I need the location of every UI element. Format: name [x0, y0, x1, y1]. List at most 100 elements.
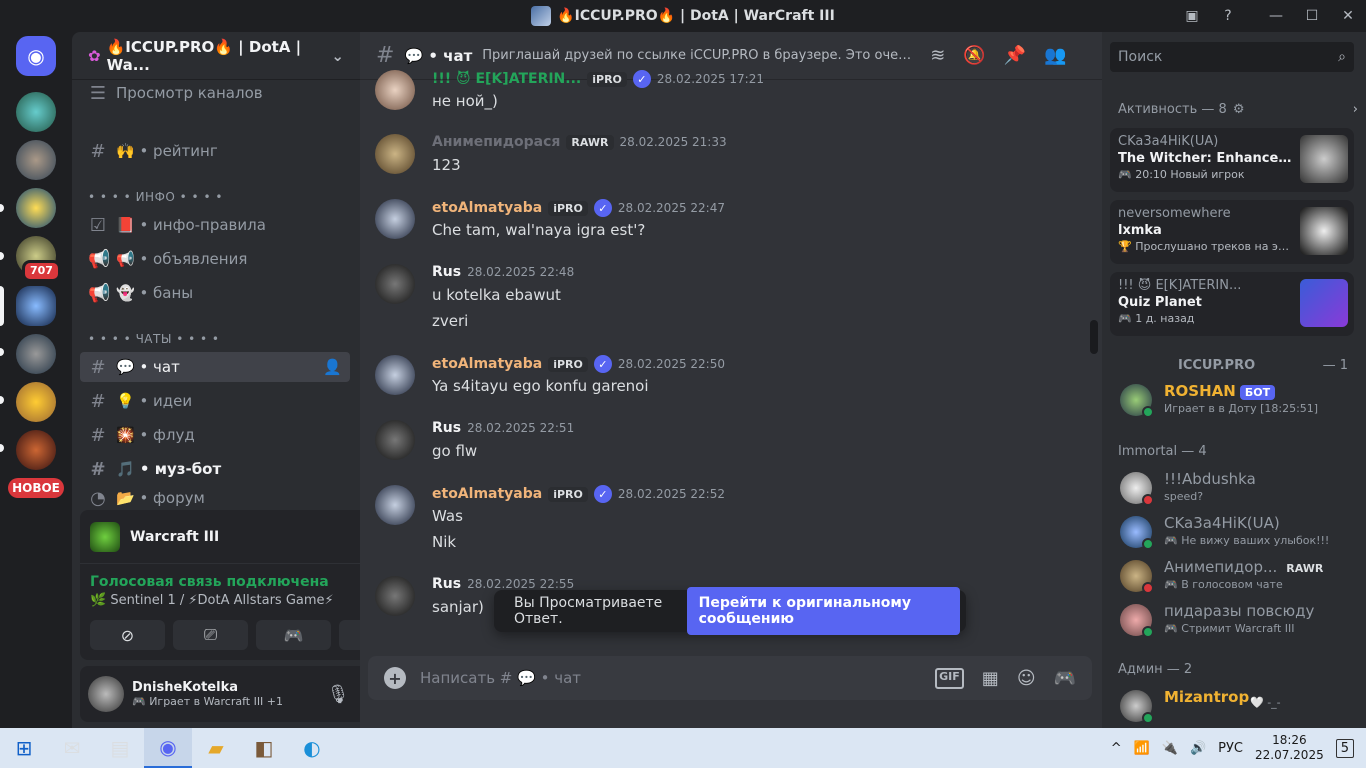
author-name[interactable]: Rus — [432, 420, 461, 436]
avatar[interactable] — [375, 70, 415, 110]
emoji-icon[interactable]: ☺ — [1017, 668, 1036, 689]
channel-rating[interactable]: # 🙌 • рейтинг — [80, 136, 350, 166]
user-info[interactable]: DnisheKotelka 🎮 Играет в Warcraft III +1 — [132, 680, 283, 708]
channel-forum[interactable]: ◔ 📂 • форум — [80, 488, 350, 508]
search-input[interactable]: Поиск ⌕ — [1110, 42, 1354, 72]
author-name[interactable]: Rus — [432, 264, 461, 280]
notification-center-icon[interactable]: 5 — [1335, 738, 1354, 758]
voice-connected-text[interactable]: Голосовая связь подключена — [90, 574, 329, 590]
member-item[interactable]: Mizantrop 🤍 -_- — [1120, 686, 1350, 728]
avatar[interactable] — [375, 355, 415, 395]
channel-info-rules[interactable]: ☑ 📕 • инфо-правила — [80, 210, 350, 240]
jump-to-original-button[interactable]: Перейти к оригинальному сообщению — [686, 587, 960, 635]
language-indicator[interactable]: РУС — [1218, 741, 1243, 756]
avatar[interactable] — [375, 264, 415, 304]
author-name[interactable]: !!! 😈 E[K]ATERIN... — [432, 71, 581, 87]
activity-card[interactable]: !!! 😈 E[K]ATERIN... Quiz Planet 🎮 1 д. наз… — [1110, 272, 1354, 336]
channel-topic[interactable]: Приглашай друзей по ссылке iCCUP.PRO в б… — [482, 48, 912, 63]
member-item[interactable]: !!!Abdushka speed? — [1120, 468, 1350, 510]
timestamp[interactable]: 28.02.2025 22:52 — [618, 487, 725, 501]
mail-icon[interactable]: ✉ — [48, 728, 96, 768]
browse-channels[interactable]: ☰ Просмотр каналов — [80, 78, 350, 108]
server-icon[interactable] — [16, 92, 56, 132]
message-composer[interactable]: + Написать # 💬 • чат GIF ▦ ☺ 🎮 — [368, 656, 1092, 700]
camera-off-button[interactable]: ⊘ — [90, 620, 165, 650]
scrollbar[interactable] — [1090, 320, 1098, 354]
minimize-button[interactable]: — — [1258, 0, 1294, 32]
author-name[interactable]: etoAlmatyaba — [432, 486, 542, 502]
channel-music-bot[interactable]: # 🎵 • муз-бот — [80, 454, 350, 484]
category-info[interactable]: • • • • ИНФО • • • • — [88, 190, 223, 204]
message[interactable]: Rus 28.02.2025 22:51 go flw — [375, 420, 1075, 480]
avatar[interactable] — [375, 485, 415, 525]
chevron-right-icon[interactable]: › — [1353, 102, 1358, 117]
role-tag[interactable]: RAWR — [566, 134, 614, 150]
network-icon[interactable]: 📶 — [1134, 741, 1150, 756]
avatar[interactable] — [375, 134, 415, 174]
server-header[interactable]: ✿ 🔥ICCUP.PRO🔥 | DotA | Wa... ⌄ — [72, 32, 360, 80]
clock[interactable]: 18:26 22.07.2025 — [1255, 733, 1324, 763]
timestamp[interactable]: 28.02.2025 22:48 — [467, 265, 574, 279]
add-attachment-icon[interactable]: + — [384, 667, 406, 689]
gear-icon[interactable]: ⚙ — [1233, 102, 1245, 117]
role-tag[interactable]: iPRO — [548, 200, 588, 216]
author-name[interactable]: etoAlmatyaba — [432, 200, 542, 216]
activity-button[interactable]: 🎮 — [256, 620, 331, 650]
edge-browser-icon[interactable]: ◐ — [288, 728, 336, 768]
discord-home-icon[interactable]: ◉ — [16, 36, 56, 76]
close-button[interactable]: ✕ — [1330, 0, 1366, 32]
notifications-off-icon[interactable]: 🔕 — [963, 45, 985, 66]
chevron-up-icon[interactable]: ^ — [1111, 741, 1122, 756]
server-icon[interactable] — [16, 430, 56, 470]
channel-bans[interactable]: 📢 👻 • баны — [80, 278, 350, 308]
author-name[interactable]: Анимепидорася — [432, 134, 560, 150]
channel-ideas[interactable]: # 💡 • идеи — [80, 386, 350, 416]
server-icon[interactable] — [16, 140, 56, 180]
volume-icon[interactable]: 🔊 — [1190, 741, 1206, 756]
member-item[interactable]: ROSHAN БОТ Играет в в Доту [18:25:51] — [1120, 380, 1350, 422]
channel-flood[interactable]: # 🎇 • флуд — [80, 420, 350, 450]
server-icon-active[interactable] — [16, 286, 56, 326]
message[interactable]: !!! 😈 E[K]ATERIN... iPRO ✓ 28.02.2025 17:21… — [375, 70, 1075, 130]
calculator-icon[interactable]: ▤ — [96, 728, 144, 768]
gif-icon[interactable]: GIF — [935, 667, 964, 689]
avatar[interactable] — [375, 420, 415, 460]
discord-taskbar-icon[interactable]: ◉ — [144, 728, 192, 768]
inbox-icon[interactable]: ▣ — [1174, 0, 1210, 32]
activity-card[interactable]: neversomewhere lxmka 🏆 Прослушано треков н… — [1110, 200, 1354, 264]
avatar[interactable] — [375, 576, 415, 616]
help-icon[interactable]: ? — [1210, 0, 1246, 32]
screen-share-button[interactable]: ⎚ — [173, 620, 248, 650]
role-tag[interactable]: iPRO — [548, 356, 588, 372]
member-item[interactable]: пидаразы повсюду 🎮 Стримит Warcraft III — [1120, 600, 1350, 642]
timestamp[interactable]: 28.02.2025 22:51 — [467, 421, 574, 435]
server-icon[interactable] — [16, 334, 56, 374]
windows-start-icon[interactable]: ⊞ — [0, 728, 48, 768]
message[interactable]: Rus 28.02.2025 22:48 u kotelka ebawut zveri — [375, 264, 1075, 330]
file-explorer-icon[interactable]: ▰ — [192, 728, 240, 768]
author-name[interactable]: etoAlmatyaba — [432, 356, 542, 372]
role-tag[interactable]: iPRO — [587, 71, 627, 87]
warcraft-taskbar-icon[interactable]: ◧ — [240, 728, 288, 768]
message[interactable]: etoAlmatyaba iPRO ✓ 28.02.2025 22:50 Ya s4it… — [375, 355, 1075, 415]
power-icon[interactable]: 🔌 — [1162, 741, 1178, 756]
activity-card[interactable]: CKa3a4HiK(UA) The Witcher: Enhanced Edi..… — [1110, 128, 1354, 192]
server-icon[interactable] — [16, 188, 56, 228]
role-tag[interactable]: iPRO — [548, 486, 588, 502]
activities-icon[interactable]: 🎮 — [1054, 668, 1076, 689]
member-item[interactable]: Анимепидор... RAWR 🎮 В голосовом чате — [1120, 556, 1350, 598]
timestamp[interactable]: 28.02.2025 22:47 — [618, 201, 725, 215]
add-member-icon[interactable]: 👤 — [323, 358, 342, 376]
category-chats[interactable]: • • • • ЧАТЫ • • • • — [88, 332, 220, 346]
new-badge[interactable]: НОВОЕ — [8, 478, 64, 498]
timestamp[interactable]: 28.02.2025 21:33 — [620, 135, 727, 149]
microphone-icon[interactable]: 🎙 — [327, 684, 350, 705]
server-icon[interactable] — [16, 382, 56, 422]
message[interactable]: Анимепидорася RAWR 28.02.2025 21:33 123 — [375, 134, 1075, 194]
threads-icon[interactable]: ≋ — [930, 45, 945, 66]
message[interactable]: etoAlmatyaba iPRO ✓ 28.02.2025 22:52 Was Nik — [375, 485, 1075, 551]
timestamp[interactable]: 28.02.2025 22:50 — [618, 357, 725, 371]
member-item[interactable]: CKa3a4HiK(UA) 🎮 Не вижу ваших улыбок!!! — [1120, 512, 1350, 554]
channel-announcements[interactable]: 📢 📢 • объявления — [80, 244, 350, 274]
sticker-icon[interactable]: ▦ — [982, 668, 999, 689]
